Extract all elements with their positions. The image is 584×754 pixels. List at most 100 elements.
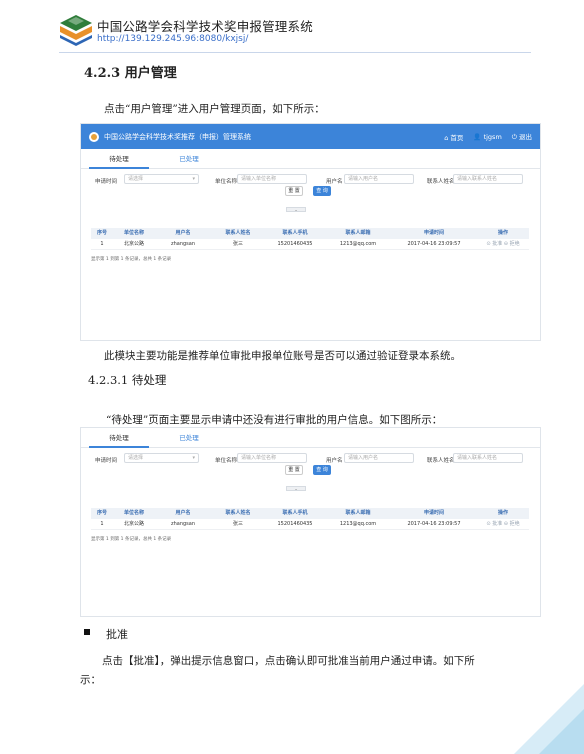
module-description: 此模块主要功能是推荐单位审批申报单位账号是否可以通过验证登录本系统。 [104,350,461,362]
collapse-toggle[interactable]: ⌄ [286,207,306,212]
header-divider [59,52,531,53]
tab-bar: 待处理 已处理 [81,428,540,448]
unit-label: 单位名称 [215,179,238,185]
col-header: 联系人邮箱 [345,230,371,236]
table-row: 1 北京公路 zhangsan 张三 15201460435 1213@qq.c… [91,239,529,250]
table-cell: 张三 [232,241,243,247]
app-title: 中国公路学会科学技术奖推荐（申报）管理系统 [104,132,251,141]
col-header: 序号 [96,510,107,516]
filter-buttons: 重 置 查 询 [81,186,540,198]
approve-link[interactable]: ⊙ 批准 [486,241,502,247]
tab-pending[interactable]: 待处理 [89,149,149,169]
app-nav: ⌂ 首页 👤 tjgsm ⏻ 退出 [444,131,532,142]
contact-label: 联系人姓名 [427,179,455,185]
table-cell: 北京公路 [123,241,144,247]
time-label: 申请时间 [95,458,118,464]
unit-input[interactable]: 请输入单位名称 [237,453,307,463]
reset-button[interactable]: 重 置 [285,186,303,196]
tab-done[interactable]: 已处理 [159,428,219,448]
user-input[interactable]: 请输入用户名 [344,174,414,184]
col-header: 操作 [497,510,508,516]
table-cell: 北京公路 [123,521,144,527]
table-cell: 1 [100,241,104,247]
table-cell: zhangsan [170,241,196,247]
app-header-bar: 中国公路学会科学技术奖推荐（申报）管理系统 ⌂ 首页 👤 tjgsm ⏻ 退出 [81,124,540,149]
nav-user[interactable]: 👤 tjgsm [473,133,501,141]
table-cell: 15201460435 [277,521,313,527]
table-actions: ⊙ 批准 ⊖ 拒绝 [477,519,529,529]
tab-done[interactable]: 已处理 [159,149,219,169]
section-title: 4.2.3 用户管理 [84,66,177,81]
user-table: 序号 单位名称 用户名 联系人姓名 联系人手机 联系人邮箱 申请时间 操作 1 … [91,508,529,530]
subsection-title: 4.2.3.1 待处理 [88,373,167,387]
intro-paragraph: 点击“用户管理”进入用户管理页面，如下所示： [104,103,325,115]
time-select[interactable]: 请选择 ▾ [124,174,199,184]
user-label: 用户名 [326,179,343,185]
tab-pending[interactable]: 待处理 [89,428,149,448]
reject-link[interactable]: ⊖ 拒绝 [504,241,520,247]
table-cell: 张三 [232,521,243,527]
col-header: 序号 [96,230,107,236]
contact-label: 联系人姓名 [427,458,455,464]
org-name: 中国公路学会科学技术奖申报管理系统 [97,19,313,34]
nav-home[interactable]: ⌂ 首页 [444,132,463,142]
filter-panel: 申请时间 请选择 ▾ 单位名称 请输入单位名称 用户名 请输入用户名 联系人姓名 … [81,169,540,199]
table-cell: 2017-04-16 23:09:57 [407,521,461,527]
time-label: 申请时间 [95,179,118,185]
nav-logout[interactable]: ⏻ 退出 [512,131,532,142]
search-button[interactable]: 查 询 [313,186,331,196]
col-header: 联系人姓名 [225,510,251,516]
org-logo-icon [60,15,92,46]
user-label: 用户名 [326,458,343,464]
search-button[interactable]: 查 询 [313,465,331,475]
col-header: 用户名 [175,230,191,236]
reject-link[interactable]: ⊖ 拒绝 [504,521,520,527]
user-management-screenshot: 中国公路学会科学技术奖推荐（申报）管理系统 ⌂ 首页 👤 tjgsm ⏻ 退出 … [80,123,541,341]
reset-button[interactable]: 重 置 [285,465,303,475]
col-header: 联系人姓名 [225,230,251,236]
collapse-toggle[interactable]: ⌄ [286,486,306,491]
col-header: 联系人邮箱 [345,510,371,516]
col-header: 操作 [497,230,508,236]
time-select[interactable]: 请选择 ▾ [124,453,199,463]
col-header: 单位名称 [123,230,144,236]
table-cell: 1213@qq.com [339,241,377,247]
approve-paragraph: 点击【批准】，弹出提示信息窗口，点击确认即可批准当前用户通过申请。如下所 [102,655,475,667]
filter-buttons: 重 置 查 询 [81,465,540,477]
table-cell: zhangsan [170,521,196,527]
approve-heading: 批准 [106,628,128,641]
subsection-description: “待处理”页面主要显示申请中还没有进行审批的用户信息。如下图所示： [106,414,443,426]
pending-screenshot: 待处理 已处理 申请时间 请选择 ▾ 单位名称 请输入单位名称 用户名 请输入用户… [80,427,541,617]
bullet-square-icon [84,629,90,635]
filter-panel: 申请时间 请选择 ▾ 单位名称 请输入单位名称 用户名 请输入用户名 联系人姓名 … [81,448,540,478]
table-cell: 15201460435 [277,241,313,247]
unit-label: 单位名称 [215,458,238,464]
pagination-info: 显示第 1 到第 1 条记录，总共 1 条记录 [91,257,172,262]
chevron-down-icon: ▾ [192,455,195,461]
table-cell: 2017-04-16 23:09:57 [407,241,461,247]
approve-paragraph-cont: 示： [80,674,101,686]
unit-input[interactable]: 请输入单位名称 [237,174,307,184]
contact-input[interactable]: 请输入联系人姓名 [453,453,523,463]
app-logo-icon [89,131,99,142]
pagination-info: 显示第 1 到第 1 条记录，总共 1 条记录 [91,537,172,542]
contact-input[interactable]: 请输入联系人姓名 [453,174,523,184]
user-table: 序号 单位名称 用户名 联系人姓名 联系人手机 联系人邮箱 申请时间 操作 1 … [91,228,529,250]
approve-link[interactable]: ⊙ 批准 [486,521,502,527]
table-actions: ⊙ 批准 ⊖ 拒绝 [477,239,529,249]
document-header: 中国公路学会科学技术奖申报管理系统 http://139.129.245.96:… [0,0,584,53]
table-header: 序号 单位名称 用户名 联系人姓名 联系人手机 联系人邮箱 申请时间 操作 [91,508,529,519]
table-header: 序号 单位名称 用户名 联系人姓名 联系人手机 联系人邮箱 申请时间 操作 [91,228,529,239]
col-header: 用户名 [175,510,191,516]
user-input[interactable]: 请输入用户名 [344,453,414,463]
table-cell: 1 [100,521,104,527]
chevron-down-icon: ▾ [192,176,195,182]
col-header: 联系人手机 [282,230,308,236]
col-header: 申请时间 [423,510,444,516]
tab-bar: 待处理 已处理 [81,149,540,169]
table-cell: 1213@qq.com [339,521,377,527]
corner-decoration [514,684,584,754]
col-header: 联系人手机 [282,510,308,516]
col-header: 单位名称 [123,510,144,516]
org-url[interactable]: http://139.129.245.96:8080/kxjsj/ [97,34,248,44]
